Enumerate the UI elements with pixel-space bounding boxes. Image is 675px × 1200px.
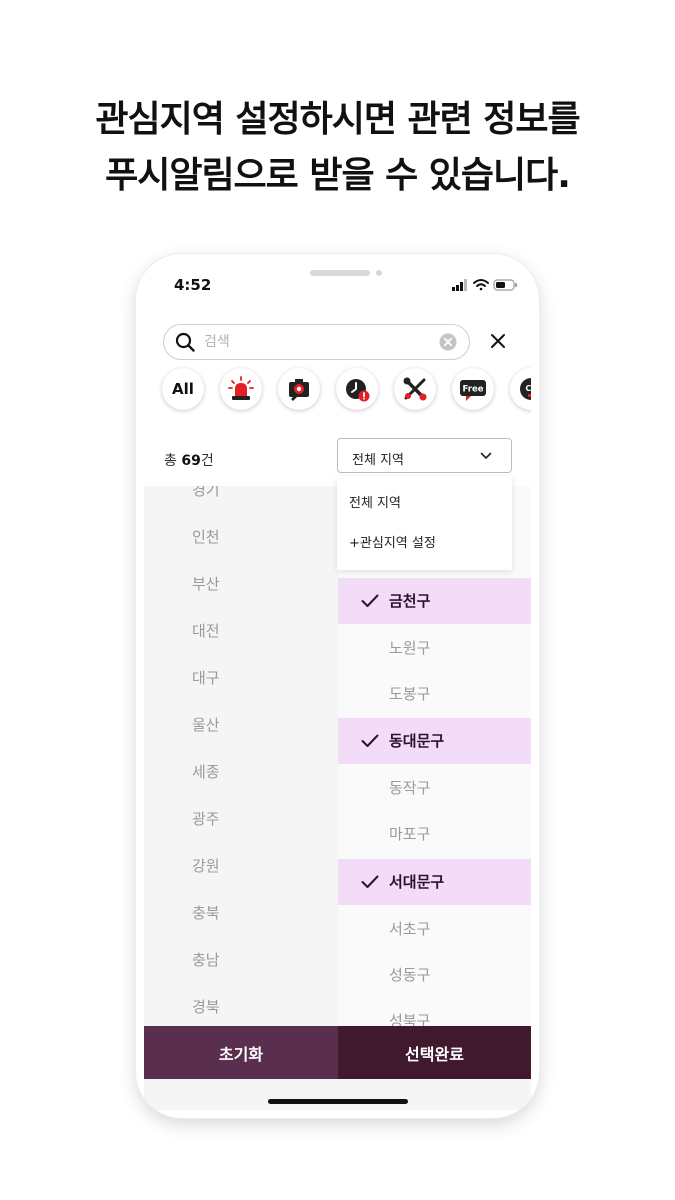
district-item-selected[interactable]: 동대문구 bbox=[338, 718, 531, 764]
province-item[interactable]: 대전 bbox=[192, 621, 220, 641]
wrench-screwdriver-icon bbox=[403, 377, 427, 401]
district-item[interactable]: 노원구 bbox=[338, 625, 531, 671]
district-item[interactable]: 서초구 bbox=[338, 906, 531, 952]
district-label: 성동구 bbox=[389, 966, 431, 984]
bottom-action-bar: 초기화 선택완료 bbox=[144, 1026, 531, 1079]
count-suffix: 건 bbox=[200, 453, 214, 469]
count-prefix: 총 bbox=[164, 453, 182, 469]
confirm-selection-button[interactable]: 선택완료 bbox=[338, 1026, 531, 1079]
province-item[interactable]: 경북 bbox=[192, 997, 220, 1017]
search-icon bbox=[175, 332, 195, 352]
wifi-icon bbox=[473, 279, 489, 291]
battery-icon bbox=[493, 279, 517, 291]
category-all-label: All bbox=[172, 380, 194, 398]
province-item[interactable]: 충남 bbox=[192, 950, 220, 970]
speaker-notch bbox=[310, 270, 370, 276]
status-icons bbox=[452, 279, 517, 291]
siren-icon bbox=[228, 376, 254, 400]
province-item[interactable]: 대구 bbox=[192, 668, 220, 688]
category-all[interactable]: All bbox=[162, 368, 204, 410]
region-select[interactable]: 전체 지역 bbox=[337, 438, 512, 473]
district-item[interactable]: 성동구 bbox=[338, 952, 531, 998]
signal-icon bbox=[452, 279, 467, 291]
district-item[interactable]: 성북구 bbox=[338, 998, 531, 1026]
cafe-icon: Ca bbox=[520, 378, 531, 400]
app-screen: 4:52 검색 All Free C 총 69건 전체 지역 경기 인천 부산 … bbox=[144, 254, 531, 1110]
category-repair[interactable] bbox=[394, 368, 436, 410]
district-label: 도봉구 bbox=[389, 685, 431, 703]
free-chat-label: Free bbox=[463, 385, 484, 395]
home-area bbox=[144, 1079, 531, 1110]
close-icon[interactable] bbox=[489, 332, 507, 350]
province-list: 경기 인천 부산 대전 대구 울산 세종 광주 강원 충북 충남 경북 bbox=[144, 486, 338, 1026]
category-free[interactable]: Free bbox=[452, 368, 494, 410]
headline-line-1: 관심지역 설정하시면 관련 정보를 bbox=[95, 99, 580, 140]
status-time: 4:52 bbox=[174, 276, 212, 294]
district-label: 동작구 bbox=[389, 779, 431, 797]
district-label: 금천구 bbox=[389, 592, 431, 610]
province-item[interactable]: 울산 bbox=[192, 715, 220, 735]
province-item[interactable]: 광주 bbox=[192, 809, 220, 829]
check-icon bbox=[361, 734, 379, 747]
count-number: 69 bbox=[181, 453, 201, 469]
province-item[interactable]: 경기 bbox=[192, 486, 220, 500]
province-item[interactable]: 충북 bbox=[192, 903, 220, 923]
category-clock-alert[interactable] bbox=[336, 368, 378, 410]
headline-line-2: 푸시알림으로 받을 수 있습니다. bbox=[105, 155, 571, 196]
district-item-selected[interactable]: 금천구 bbox=[338, 578, 531, 624]
chevron-down-icon bbox=[480, 452, 492, 459]
category-siren[interactable] bbox=[220, 368, 262, 410]
district-item[interactable]: 도봉구 bbox=[338, 671, 531, 717]
district-label: 마포구 bbox=[389, 825, 431, 843]
check-icon bbox=[361, 594, 379, 607]
category-row: All Free C bbox=[162, 368, 531, 418]
region-select-value: 전체 지역 bbox=[352, 453, 404, 468]
camera-dot bbox=[376, 270, 382, 276]
reset-button[interactable]: 초기화 bbox=[144, 1026, 338, 1079]
dropdown-option-all[interactable]: 전체 지역 bbox=[349, 492, 401, 511]
search-input[interactable] bbox=[204, 331, 424, 353]
district-item[interactable]: 동작구 bbox=[338, 765, 531, 811]
cafe-label: Ca bbox=[525, 384, 531, 393]
camera-icon bbox=[289, 379, 309, 401]
home-indicator[interactable] bbox=[268, 1099, 408, 1104]
category-camera[interactable] bbox=[278, 368, 320, 410]
province-item[interactable]: 인천 bbox=[192, 527, 220, 547]
district-label: 서대문구 bbox=[389, 873, 445, 891]
free-chat-icon: Free bbox=[460, 380, 486, 401]
region-dropdown-menu: 전체 지역 +관심지역 설정 bbox=[337, 476, 512, 570]
clear-search-icon[interactable] bbox=[439, 333, 457, 351]
district-item-selected[interactable]: 서대문구 bbox=[338, 859, 531, 905]
province-item[interactable]: 강원 bbox=[192, 856, 220, 876]
province-item[interactable]: 세종 bbox=[192, 762, 220, 782]
district-label: 서초구 bbox=[389, 920, 431, 938]
district-item[interactable]: 마포구 bbox=[338, 811, 531, 857]
category-cafe[interactable]: Ca bbox=[510, 368, 531, 410]
district-label: 성북구 bbox=[389, 1012, 431, 1026]
search-box[interactable] bbox=[163, 324, 470, 360]
clock-alert-icon bbox=[346, 379, 370, 402]
result-count: 총 69건 bbox=[164, 450, 214, 470]
check-icon bbox=[361, 875, 379, 888]
dropdown-option-set-interest[interactable]: +관심지역 설정 bbox=[349, 532, 436, 551]
headline: 관심지역 설정하시면 관련 정보를 푸시알림으로 받을 수 있습니다. bbox=[0, 92, 675, 204]
district-label: 노원구 bbox=[389, 639, 431, 657]
province-item[interactable]: 부산 bbox=[192, 574, 220, 594]
phone-frame: 4:52 검색 All Free C 총 69건 전체 지역 경기 인천 부산 … bbox=[136, 254, 539, 1118]
district-label: 동대문구 bbox=[389, 732, 445, 750]
